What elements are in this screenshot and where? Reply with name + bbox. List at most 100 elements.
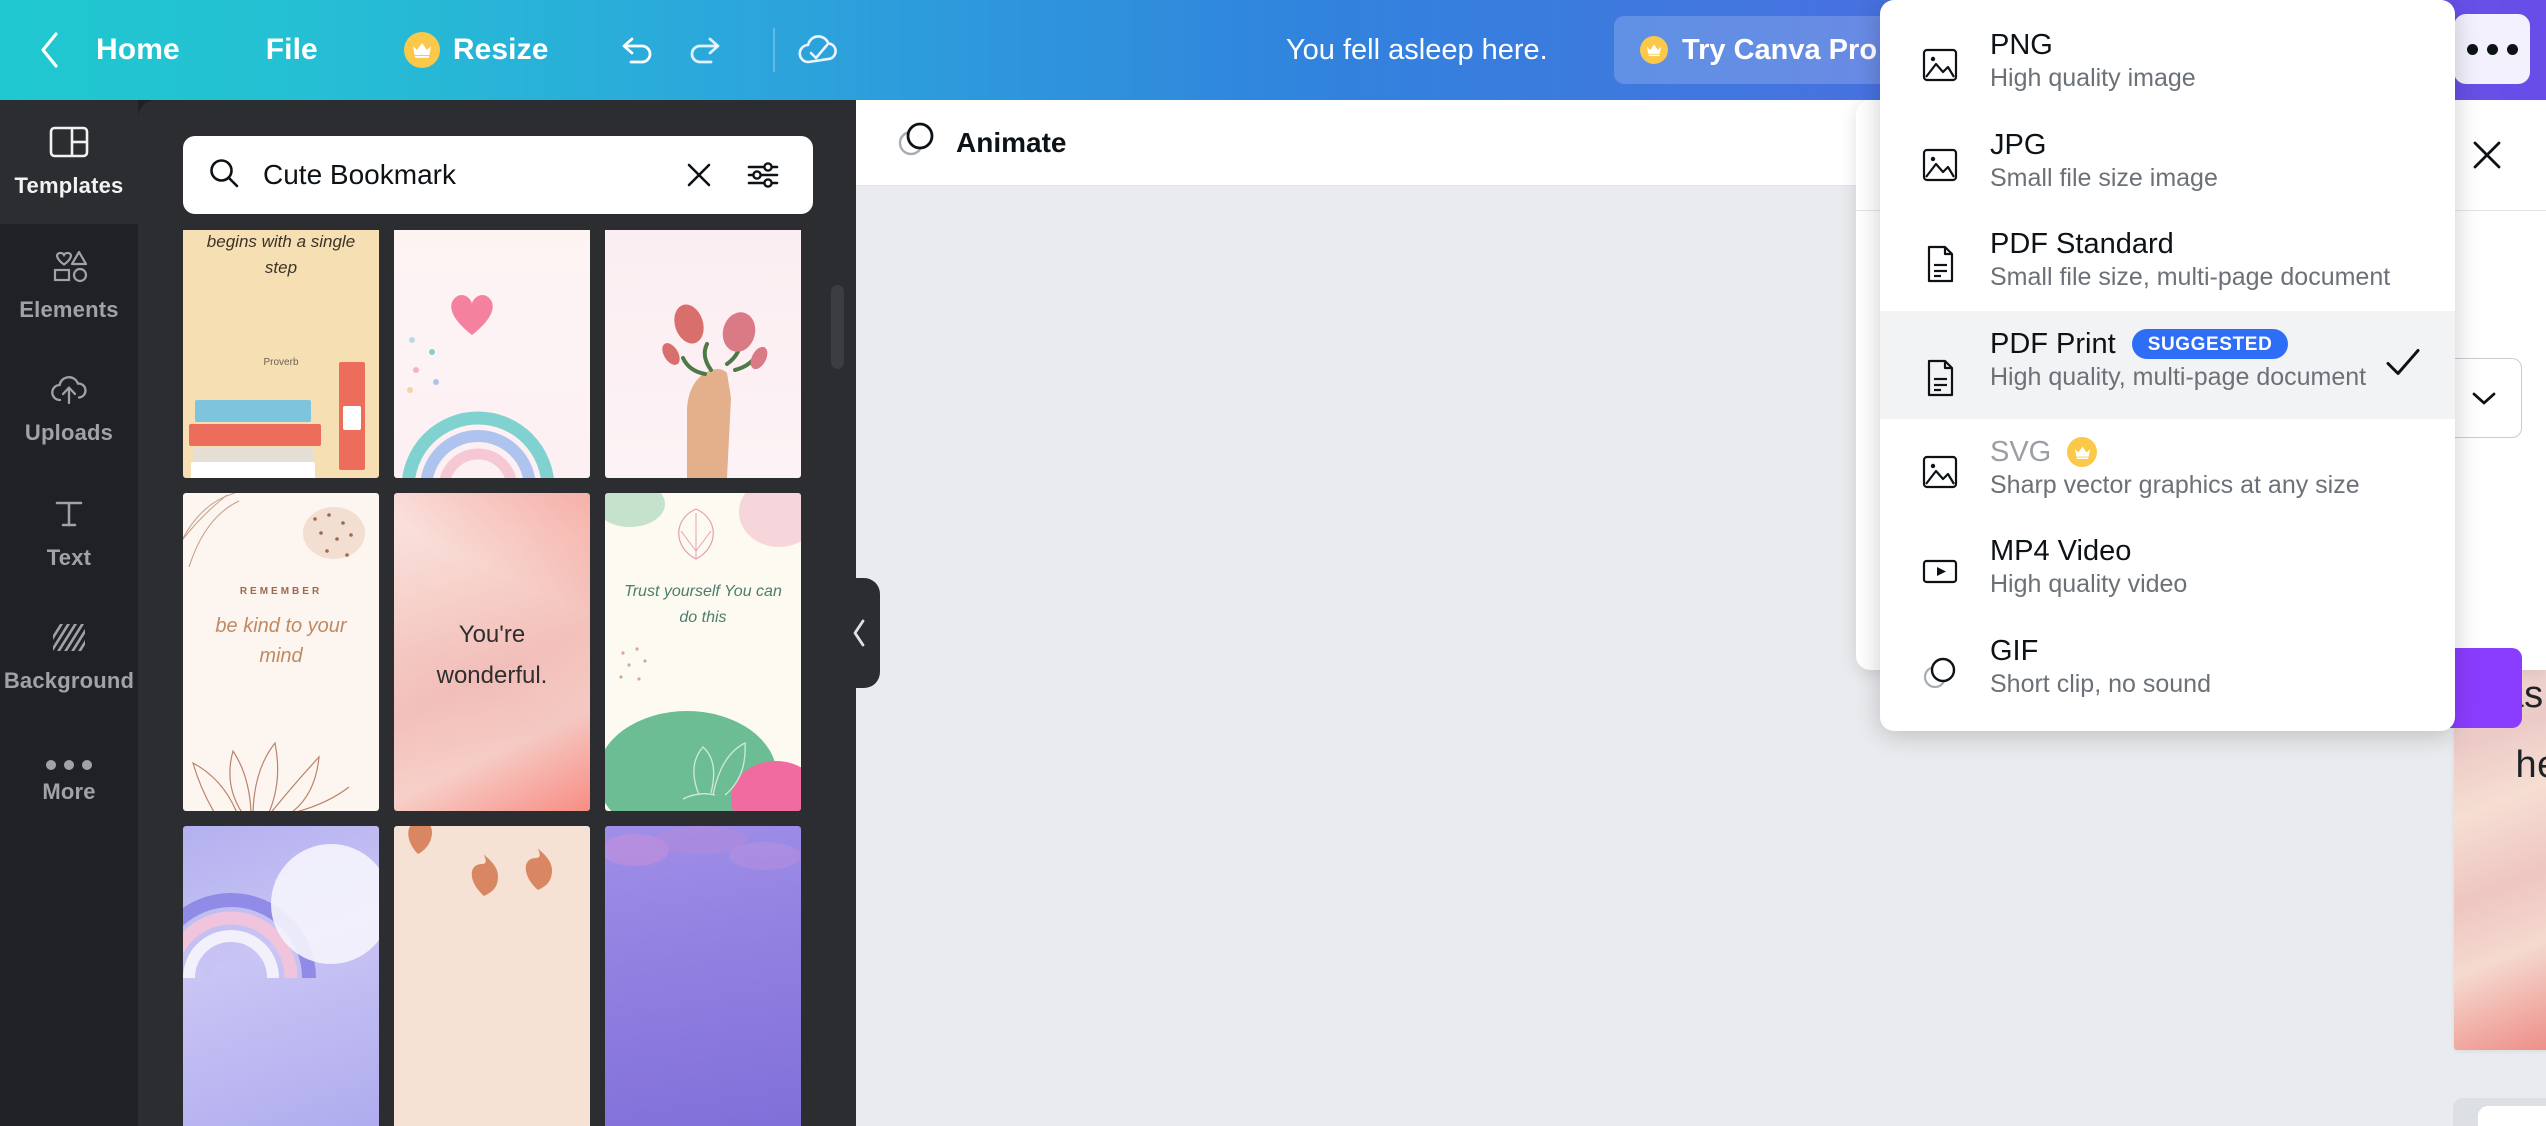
template-card[interactable]: Trust yourself You can do this <box>605 493 801 811</box>
template-card[interactable] <box>394 826 590 1126</box>
sidebar-item-uploads[interactable]: Uploads <box>0 348 138 472</box>
sidebar-item-templates[interactable]: Templates <box>0 100 138 224</box>
canvas-bottom-bar <box>2478 1106 2546 1126</box>
format-subtitle: High quality, multi-page document <box>1990 362 2367 391</box>
design-title[interactable]: You fell asleep here. <box>1286 0 1548 100</box>
pro-label: Try Canva Pro <box>1682 33 1878 66</box>
animate-label: Animate <box>956 126 1067 158</box>
status-badge: SUGGESTED <box>2131 329 2289 359</box>
sidebar-item-label: Background <box>3 668 135 693</box>
format-option-pdf-standard[interactable]: PDF Standard Small file size, multi-page… <box>1880 211 2455 311</box>
search-bar <box>183 136 813 214</box>
try-canva-pro-button[interactable]: Try Canva Pro <box>1614 16 1904 84</box>
home-label: Home <box>96 33 180 66</box>
left-sidebar: Templates Elements Uploads Text Backgrou… <box>0 100 138 1126</box>
shapes-icon <box>48 249 90 288</box>
template-card[interactable]: Be kind to your mind <box>394 230 590 478</box>
format-option-svg[interactable]: SVG Sharp vector graphics at any size <box>1880 419 2455 519</box>
format-option-gif[interactable]: GIF Short clip, no sound <box>1880 618 2455 718</box>
animate-button[interactable]: Animate <box>876 111 1086 175</box>
format-subtitle: High quality image <box>1990 64 2196 92</box>
templates-panel: a journey of a thousand miles begins wit… <box>138 100 856 1126</box>
file-type-dropdown: PNG High quality image JPG Small file si… <box>1880 0 2455 731</box>
sidebar-item-label: Uploads <box>24 420 114 445</box>
search-input[interactable] <box>263 159 673 191</box>
sidebar-item-more[interactable]: More <box>0 720 138 844</box>
template-card[interactable] <box>605 826 801 1126</box>
template-card[interactable]: You're wonderful. <box>394 493 590 811</box>
search-icon <box>207 156 241 195</box>
crown-icon <box>2067 437 2098 467</box>
format-subtitle: Short clip, no sound <box>1990 669 2211 698</box>
cloud-check-icon[interactable] <box>791 22 847 78</box>
file-menu-button[interactable]: File <box>246 20 338 80</box>
hatch-pattern-icon <box>50 622 88 659</box>
sidebar-item-text[interactable]: Text <box>0 472 138 596</box>
format-option-pdf-print[interactable]: PDF Print SUGGESTED High quality, multi-… <box>1880 310 2455 419</box>
undo-button[interactable] <box>609 22 665 78</box>
template-quote: Be kind to your mind <box>414 230 571 232</box>
format-subtitle: Small file size, multi-page document <box>1990 263 2391 291</box>
ellipsis-icon <box>46 759 92 770</box>
template-card[interactable]: REMEMBER be kind to your mind <box>183 493 379 811</box>
check-icon <box>2383 345 2423 384</box>
panel-scrollbar[interactable] <box>831 285 844 369</box>
more-horizontal-icon[interactable] <box>2454 14 2530 84</box>
sidebar-item-label: Templates <box>14 173 124 198</box>
image-icon <box>1916 448 1964 496</box>
template-eyebrow: REMEMBER <box>239 586 323 597</box>
image-icon <box>1916 141 1964 189</box>
format-title: SVG <box>1990 436 2421 469</box>
template-row: a journey of a thousand miles begins wit… <box>138 230 856 478</box>
template-card[interactable]: a journey of a thousand miles begins wit… <box>183 230 379 478</box>
animate-circles-icon <box>896 120 938 165</box>
format-subtitle: Small file size image <box>1990 163 2218 192</box>
template-quote: Trust yourself You can do this <box>624 583 782 626</box>
format-title: MP4 Video <box>1990 535 2132 567</box>
image-icon <box>1916 41 1964 89</box>
sidebar-item-label: More <box>42 778 96 804</box>
format-option-mp4[interactable]: MP4 Video High quality video <box>1880 518 2455 618</box>
file-label: File <box>265 33 318 66</box>
format-option-jpg[interactable]: JPG Small file size image <box>1880 112 2455 212</box>
crown-icon <box>1640 36 1668 64</box>
sidebar-item-background[interactable]: Background <box>0 596 138 720</box>
template-quote: You're wonderful. <box>436 621 548 689</box>
home-button[interactable]: Home <box>76 20 200 80</box>
template-card[interactable] <box>605 230 801 478</box>
sidebar-item-label: Elements <box>19 297 119 322</box>
template-results[interactable]: a journey of a thousand miles begins wit… <box>138 230 856 1126</box>
crown-icon <box>403 32 440 68</box>
document-icon <box>1916 240 1964 288</box>
canva-editor: Home File Resize You fell asleep here. T… <box>0 0 2546 1126</box>
filter-button[interactable] <box>737 149 789 201</box>
chevron-down-icon <box>2472 392 2496 405</box>
back-button[interactable] <box>28 28 72 72</box>
format-subtitle: Sharp vector graphics at any size <box>1990 470 2360 499</box>
collapse-panel-button[interactable] <box>838 578 880 688</box>
format-title: JPG <box>1990 128 2047 161</box>
toolbar-divider <box>772 28 775 72</box>
sidebar-item-elements[interactable]: Elements <box>0 224 138 348</box>
resize-label: Resize <box>452 33 549 66</box>
redo-button[interactable] <box>677 22 733 78</box>
page-text-line: here. <box>2515 744 2546 786</box>
format-subtitle: High quality video <box>1990 570 2188 598</box>
close-icon[interactable] <box>2454 122 2520 188</box>
video-play-icon <box>1916 547 1964 595</box>
document-icon <box>1916 354 1964 402</box>
clear-search-button[interactable] <box>673 149 725 201</box>
template-card[interactable] <box>183 826 379 1126</box>
template-row: REMEMBER be kind to your mind You're won… <box>138 493 856 811</box>
gif-circles-icon <box>1916 647 1964 695</box>
format-title: PDF Print SUGGESTED <box>1990 328 2421 361</box>
resize-button[interactable]: Resize <box>384 20 569 80</box>
format-option-png[interactable]: PNG High quality image <box>1880 12 2455 112</box>
cloud-upload-icon <box>48 374 90 411</box>
template-quote: be kind to your mind <box>215 615 347 667</box>
templates-grid-icon <box>49 125 89 164</box>
format-title: PDF Standard <box>1990 228 2174 260</box>
text-t-icon <box>52 497 86 536</box>
template-row <box>138 826 856 1126</box>
sidebar-item-label: Text <box>46 545 92 570</box>
